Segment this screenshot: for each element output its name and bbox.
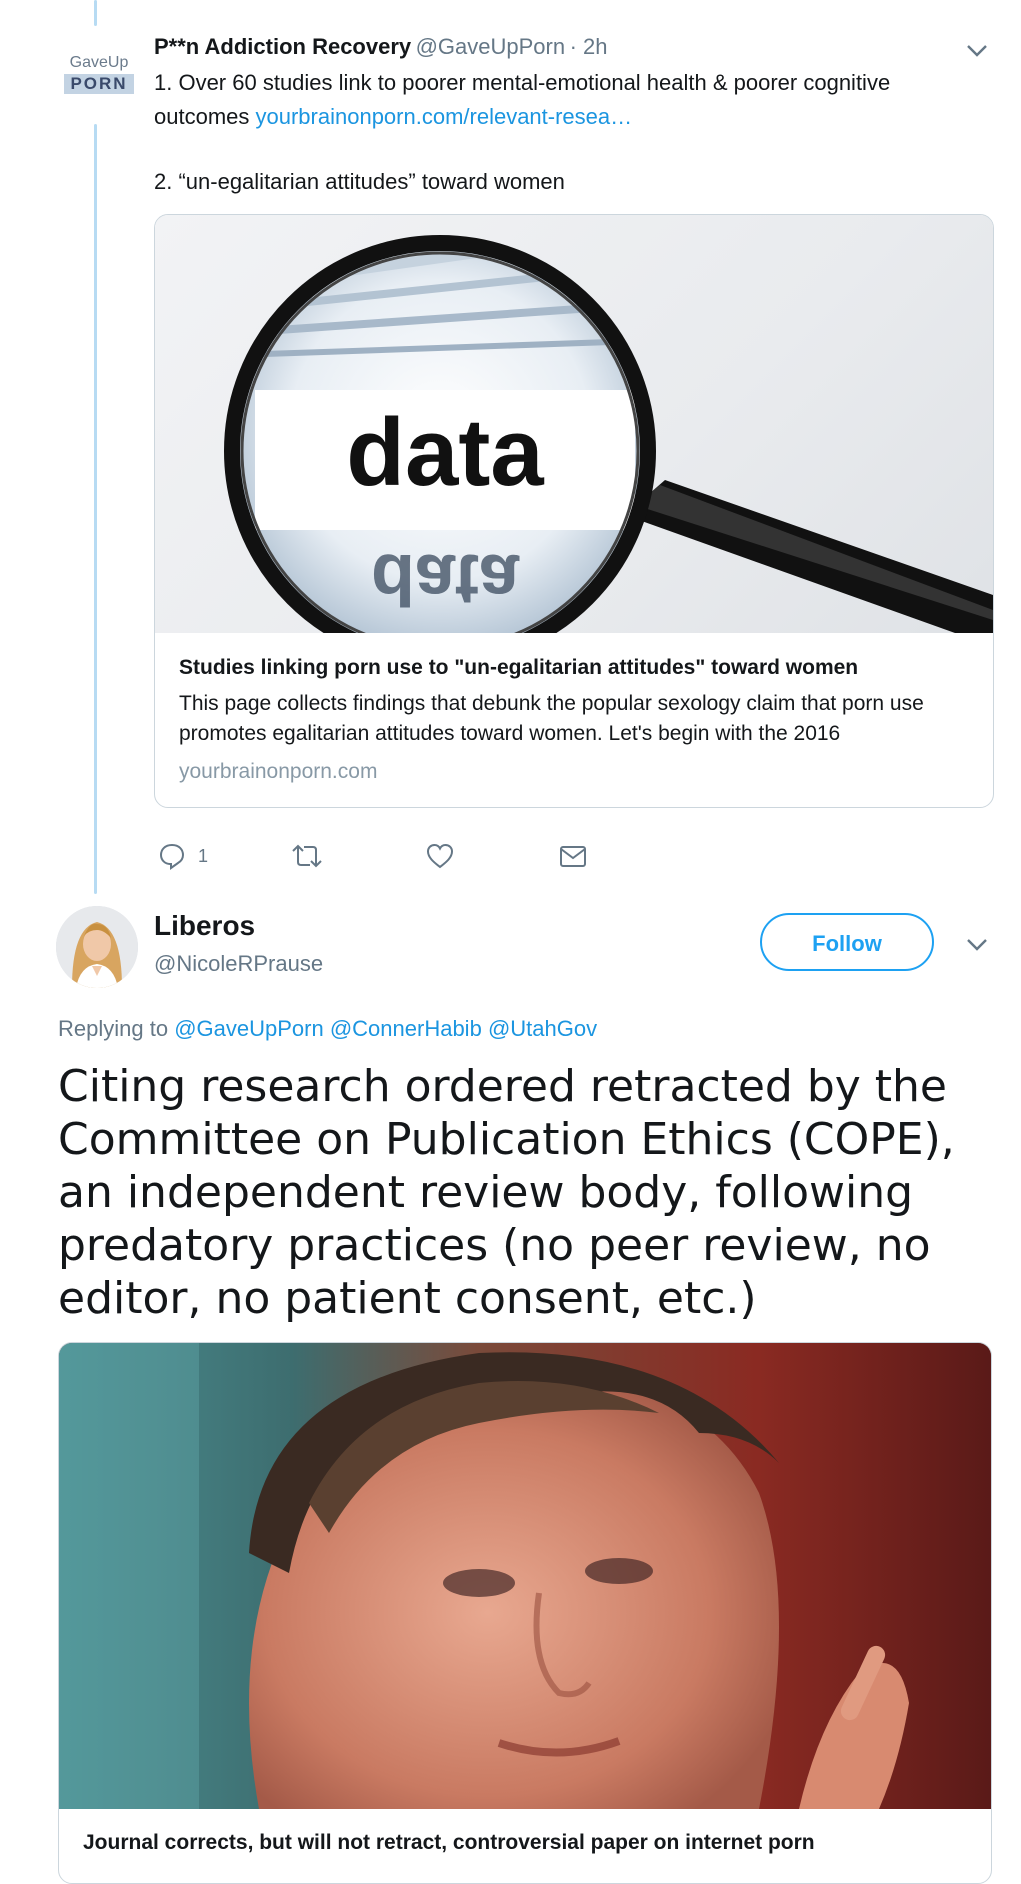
author-name[interactable]: P**n Addiction Recovery [154,34,411,59]
tweet-text: Citing research ordered retracted by the… [58,1061,955,1324]
avatar-text-top: GaveUp [69,54,129,71]
tweet-text-line2: 2. “un-egalitarian attitudes” toward wom… [154,169,565,194]
avatar-photo [56,906,138,988]
chevron-down-icon[interactable] [966,44,988,58]
mention-link[interactable]: @UtahGov [488,1016,597,1041]
link-card[interactable]: data data Studies linking porn use to "u… [154,214,994,808]
card-image [59,1343,991,1809]
card-image: data data [155,215,993,633]
card-body: Studies linking porn use to "un-egalitar… [179,653,979,787]
avatar-text-bottom: PORN [64,74,134,94]
mention-link[interactable]: @GaveUpPorn [174,1016,324,1041]
author-name[interactable]: Liberos [154,910,255,942]
avatar[interactable]: GaveUp PORN [60,54,138,98]
follow-button[interactable]: Follow [760,913,934,971]
card-image-reflection: data [371,539,520,619]
thread-line [94,124,97,894]
retweet-icon[interactable] [290,842,324,870]
card-title: Journal corrects, but will not retract, … [83,1831,815,1854]
link-card[interactable]: Journal corrects, but will not retract, … [58,1342,992,1884]
card-image-word: data [346,399,544,506]
comment-icon [159,843,185,870]
chevron-down-icon[interactable] [966,938,988,952]
replying-prefix: Replying to [58,1016,175,1041]
card-title: Studies linking porn use to "un-egalitar… [179,656,859,679]
author-handle[interactable]: @GaveUpPorn [416,34,566,59]
tweet-time[interactable]: · 2h [570,34,608,59]
avatar[interactable] [56,906,138,988]
thread-line-top [94,0,97,26]
portrait-image [59,1343,991,1809]
author-handle[interactable]: @NicoleRPrause [154,951,323,977]
replying-to: Replying to @GaveUpPorn @ConnerHabib @Ut… [58,1016,597,1042]
envelope-icon[interactable] [558,844,588,870]
mention-link[interactable]: @ConnerHabib [330,1016,482,1041]
card-domain: yourbrainonporn.com [179,760,378,783]
magnifier-image: data data [224,235,993,633]
tweet-link[interactable]: yourbrainonporn.com/relevant-resea… [256,104,633,129]
card-description: This page collects findings that debunk … [179,692,924,745]
reply-action[interactable]: 1 [158,842,208,870]
heart-icon[interactable] [425,842,455,870]
tweet-text: 1. Over 60 studies link to poorer mental… [154,66,974,134]
reply-count: 1 [198,845,209,866]
tweet-header: P**n Addiction Recovery @GaveUpPorn · 2h [154,34,607,60]
